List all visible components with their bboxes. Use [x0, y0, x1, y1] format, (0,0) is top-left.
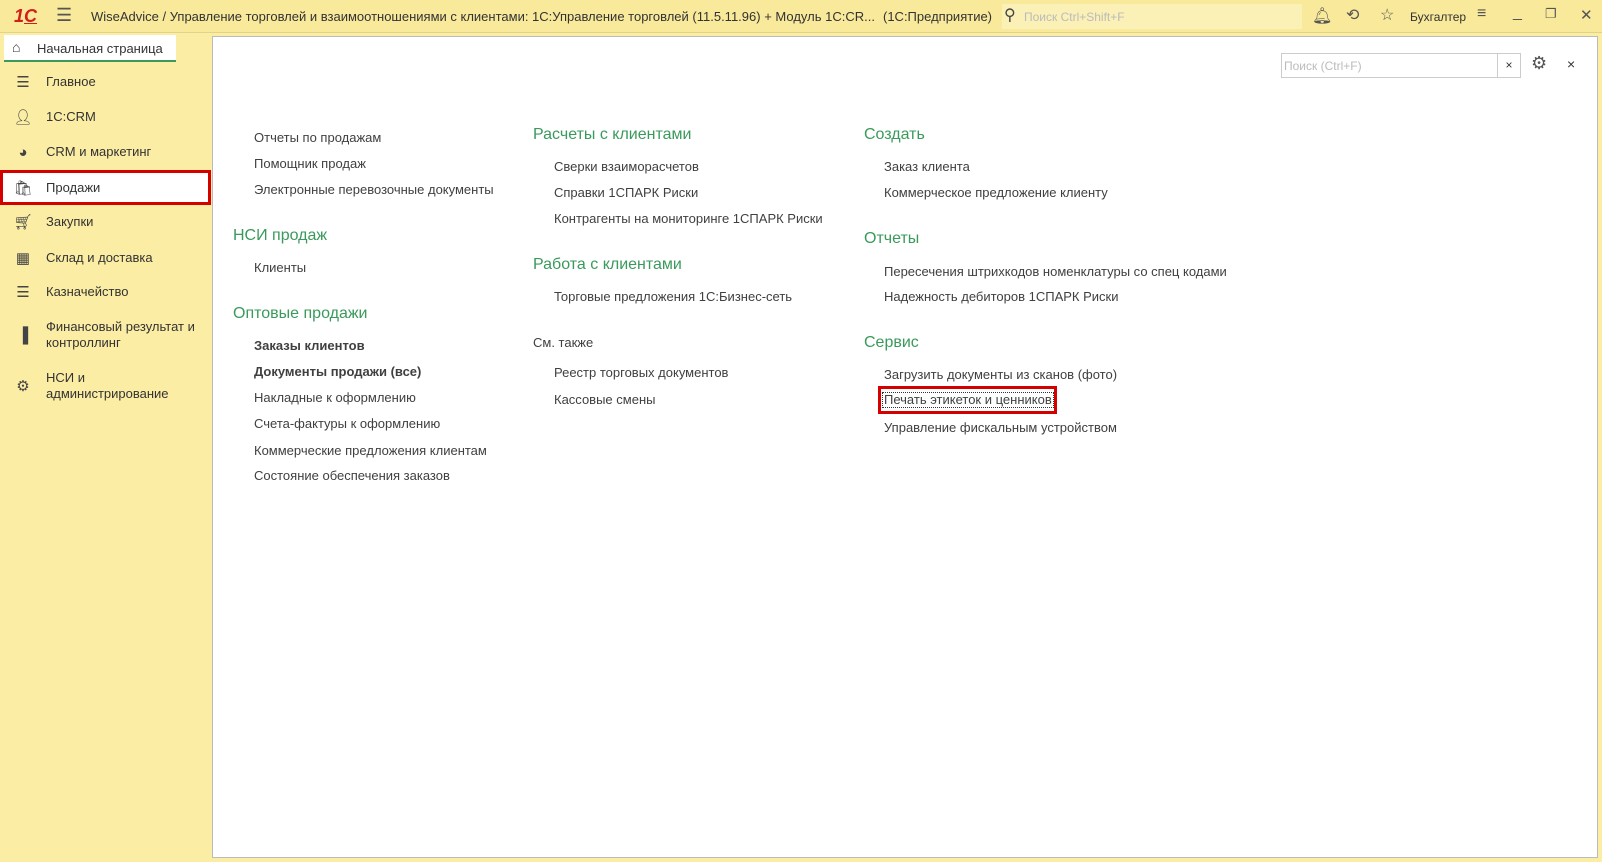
link-sales-reports[interactable]: Отчеты по продажам [254, 130, 381, 145]
sidebar-item-admin[interactable]: ⚙ НСИ и администрирование [0, 366, 211, 406]
home-icon: ⌂ [12, 39, 21, 55]
heading-wholesale: Оптовые продажи [233, 305, 368, 322]
bell-icon[interactable]: 🔔︎ [1312, 6, 1332, 26]
settings-menu-icon[interactable]: ≡ [1477, 5, 1486, 23]
sidebar-item-sales[interactable]: 🛍︎ Продажи [0, 170, 211, 205]
shopping-bag-icon: 🛍︎ [13, 179, 33, 197]
link-barcode-intersections[interactable]: Пересечения штрихкодов номенклатуры со с… [884, 264, 1227, 279]
global-search-input[interactable]: Поиск Ctrl+Shift+F [1024, 10, 1125, 24]
sidebar: ⌂ Начальная страница ☰ Главное 👤︎ 1С:CRM ◕… [0, 33, 212, 862]
panel-search-field[interactable]: Поиск (Ctrl+F) × [1281, 53, 1521, 78]
link-invoices-to-issue[interactable]: Накладные к оформлению [254, 390, 416, 405]
platform-label: (1С:Предприятие) [883, 9, 993, 24]
coins-icon: ☰ [16, 284, 30, 301]
link-debtor-reliability[interactable]: Надежность дебиторов 1СПАРК Риски [884, 289, 1119, 304]
history-icon[interactable]: ⟲ [1346, 5, 1359, 25]
tab-home[interactable]: ⌂ Начальная страница [4, 35, 176, 62]
panel-close-icon[interactable]: × [1567, 56, 1575, 72]
link-create-commercial-offer[interactable]: Коммерческое предложение клиенту [884, 185, 1108, 200]
link-electronic-waybills[interactable]: Электронные перевозочные документы [254, 182, 494, 197]
cart-icon: 🛒︎ [13, 214, 33, 231]
tab-home-label: Начальная страница [37, 41, 163, 56]
link-spark-monitoring[interactable]: Контрагенты на мониторинге 1СПАРК Риски [554, 211, 823, 226]
pie-chart-icon: ◕ [18, 143, 28, 161]
window-title: WiseAdvice / Управление торговлей и взаи… [91, 9, 875, 24]
heading-service: Сервис [864, 334, 919, 351]
link-cash-shifts[interactable]: Кассовые смены [554, 392, 655, 407]
sidebar-item-1c-crm[interactable]: 👤︎ 1С:CRM [0, 104, 211, 130]
panel-search-input[interactable]: Поиск (Ctrl+F) [1284, 59, 1362, 73]
sidebar-item-crm-marketing[interactable]: ◕ CRM и маркетинг [0, 139, 211, 165]
link-tax-invoices-to-issue[interactable]: Счета-фактуры к оформлению [254, 416, 440, 431]
link-reconciliations[interactable]: Сверки взаиморасчетов [554, 159, 699, 174]
users-icon: 👤︎ [13, 109, 33, 126]
clear-search-icon[interactable]: × [1497, 54, 1520, 77]
link-load-scans[interactable]: Загрузить документы из сканов (фото) [884, 367, 1117, 382]
1c-logo[interactable]: 1C [14, 6, 37, 27]
global-search[interactable]: ⚲ Поиск Ctrl+Shift+F [1002, 4, 1302, 29]
menu-icon: ☰ [16, 74, 30, 91]
link-business-network-offers[interactable]: Торговые предложения 1С:Бизнес-сеть [554, 289, 792, 304]
link-sales-documents[interactable]: Документы продажи (все) [254, 364, 421, 379]
heading-nsi-sales: НСИ продаж [233, 227, 328, 244]
link-print-labels[interactable]: Печать этикеток и ценников [882, 392, 1054, 408]
user-name[interactable]: Бухгалтер [1410, 10, 1466, 24]
sidebar-item-main[interactable]: ☰ Главное [0, 69, 211, 95]
sidebar-item-purchases[interactable]: 🛒︎ Закупки [0, 209, 211, 235]
hamburger-menu-icon[interactable]: ☰ [56, 5, 72, 26]
link-client-orders[interactable]: Заказы клиентов [254, 338, 365, 353]
minimize-icon[interactable]: _ [1513, 4, 1522, 22]
link-spark-reports[interactable]: Справки 1СПАРК Риски [554, 185, 698, 200]
bar-chart-icon: ▐ [17, 326, 29, 344]
title-bar: 1C ☰ WiseAdvice / Управление торговлей и… [0, 0, 1602, 33]
sidebar-item-warehouse[interactable]: ▦ Склад и доставка [0, 245, 211, 271]
panel-settings-gear-icon[interactable]: ⚙ [1531, 53, 1547, 74]
link-sales-assistant[interactable]: Помощник продаж [254, 156, 366, 171]
see-also-label: См. также [533, 335, 594, 350]
link-order-fulfillment[interactable]: Состояние обеспечения заказов [254, 468, 450, 483]
gear-icon: ⚙ [16, 378, 30, 395]
search-icon: ⚲ [1004, 7, 1016, 24]
link-create-client-order[interactable]: Заказ клиента [884, 159, 970, 174]
link-fiscal-device[interactable]: Управление фискальным устройством [884, 420, 1117, 435]
heading-reports: Отчеты [864, 230, 920, 247]
heading-settlements: Расчеты с клиентами [533, 126, 692, 143]
link-commercial-offers[interactable]: Коммерческие предложения клиентам [254, 443, 487, 458]
star-icon[interactable]: ☆ [1380, 5, 1394, 25]
restore-icon[interactable]: ❐ [1545, 6, 1557, 22]
heading-create: Создать [864, 126, 925, 143]
link-clients[interactable]: Клиенты [254, 260, 306, 275]
warehouse-icon: ▦ [15, 250, 31, 267]
sidebar-item-finance[interactable]: ▐ Финансовый результат и контроллинг [0, 315, 211, 355]
close-window-icon[interactable]: ✕ [1580, 6, 1593, 24]
sidebar-item-treasury[interactable]: ☰ Казначейство [0, 279, 211, 305]
heading-client-work: Работа с клиентами [533, 256, 682, 273]
link-trade-documents-registry[interactable]: Реестр торговых документов [554, 365, 728, 380]
